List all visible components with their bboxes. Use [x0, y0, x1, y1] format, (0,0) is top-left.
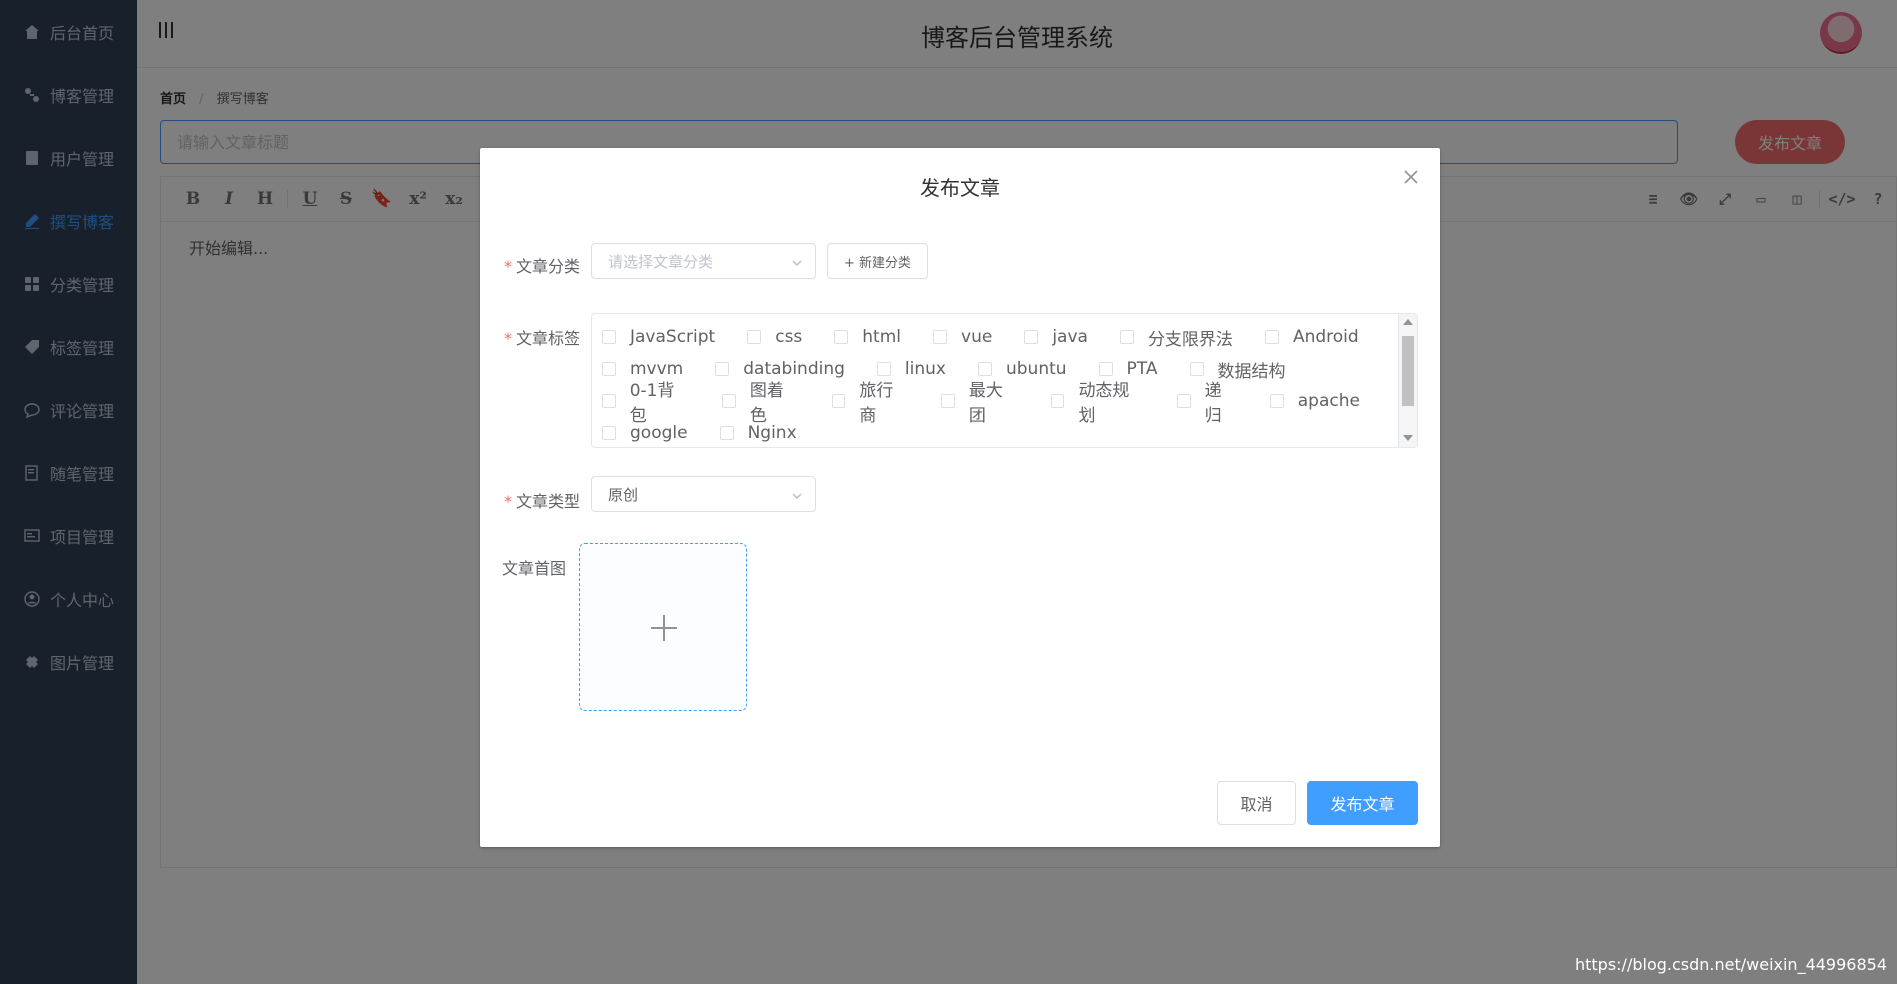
tag-label: Android [1292, 327, 1359, 347]
checkbox-icon[interactable] [1024, 330, 1039, 344]
tag-checkbox[interactable]: JavaScript [602, 327, 715, 347]
tag-checkbox[interactable]: Android [1264, 327, 1359, 347]
type-select[interactable]: 原创 [591, 476, 816, 512]
category-select[interactable]: 请选择文章分类 [591, 243, 816, 279]
tag-checkbox[interactable]: 递归 [1176, 376, 1238, 426]
checkbox-icon[interactable] [876, 362, 891, 376]
checkbox-icon[interactable] [722, 394, 736, 408]
checkbox-icon[interactable] [834, 330, 849, 344]
watermark: https://blog.csdn.net/weixin_44996854 [1574, 955, 1887, 974]
tag-checkbox[interactable]: 0-1背包 [602, 376, 690, 426]
checkbox-icon[interactable] [977, 362, 992, 376]
close-icon[interactable] [1402, 168, 1420, 186]
checkbox-icon[interactable] [1189, 362, 1204, 376]
checkbox-icon[interactable] [1050, 394, 1065, 408]
tag-label: vue [961, 327, 993, 347]
checkbox-icon[interactable] [1098, 362, 1113, 376]
tag-checkbox[interactable]: 最大团 [941, 376, 1019, 426]
tag-checkbox[interactable]: 分支限界法 [1119, 325, 1233, 350]
tag-label: linux [904, 359, 946, 379]
tag-row: JavaScript css html vue java 分支限界法 Android [602, 321, 1392, 353]
tag-label: 分支限界法 [1147, 329, 1233, 350]
tag-checkbox[interactable]: html [834, 327, 901, 347]
tag-checkbox[interactable]: apache [1269, 391, 1360, 411]
scroll-thumb[interactable] [1402, 336, 1414, 406]
scroll-down-icon[interactable] [1403, 435, 1413, 441]
checkbox-icon[interactable] [602, 426, 616, 440]
checkbox-icon[interactable] [715, 362, 730, 376]
chevron-down-icon [791, 488, 803, 500]
tag-label: 旅行商 [859, 381, 894, 426]
checkbox-icon[interactable] [933, 330, 948, 344]
category-label: * 文章分类 [503, 257, 580, 276]
cover-label: 文章首图 [501, 559, 566, 578]
tag-label: JavaScript [630, 327, 716, 347]
tag-checkbox[interactable]: java [1024, 327, 1088, 347]
checkbox-icon[interactable] [719, 426, 734, 440]
tag-label: 递归 [1204, 381, 1222, 426]
tags-checkbox-group: JavaScript css html vue java 分支限界法 Android mvvm… [591, 313, 1418, 448]
checkbox-icon[interactable] [1269, 394, 1284, 408]
cover-image-uploader[interactable] [579, 543, 747, 711]
tag-label: html [862, 327, 902, 347]
checkbox-icon[interactable] [941, 394, 955, 408]
publish-dialog: 发布文章 * 文章分类 请选择文章分类 + 新建分类 * 文章标签 JavaScri… [480, 148, 1440, 847]
tags-scrollbar[interactable] [1398, 314, 1417, 447]
checkbox-icon[interactable] [1176, 394, 1191, 408]
tag-label: 图着色 [749, 381, 784, 426]
tag-checkbox[interactable]: css [747, 327, 802, 347]
tag-checkbox[interactable]: 旅行商 [831, 376, 910, 426]
tag-checkbox[interactable]: 图着色 [722, 376, 800, 426]
tag-label: css [775, 327, 803, 347]
scroll-up-icon[interactable] [1403, 319, 1413, 325]
tag-label: 动态规划 [1078, 381, 1130, 426]
confirm-publish-button[interactable]: 发布文章 [1307, 781, 1418, 825]
checkbox-icon[interactable] [831, 394, 846, 408]
tag-label: apache [1297, 391, 1360, 411]
checkbox-icon[interactable] [602, 362, 616, 376]
checkbox-icon[interactable] [602, 330, 616, 344]
tag-label: 最大团 [968, 381, 1003, 426]
checkbox-icon[interactable] [602, 394, 616, 408]
tag-label: 0-1背包 [629, 381, 675, 426]
tag-checkbox[interactable]: vue [933, 327, 992, 347]
tag-label: java [1052, 327, 1088, 347]
checkbox-icon[interactable] [1264, 330, 1279, 344]
type-select-value: 原创 [608, 485, 639, 504]
tag-checkbox[interactable]: google [602, 423, 688, 443]
chevron-down-icon [791, 255, 803, 267]
plus-icon [651, 615, 677, 641]
tag-row: 0-1背包 图着色 旅行商 最大团 动态规划 递归 apache [602, 381, 1392, 426]
tag-label: google [630, 423, 688, 443]
new-category-button[interactable]: + 新建分类 [827, 243, 928, 279]
tag-checkbox[interactable]: Nginx [719, 423, 797, 443]
category-select-placeholder: 请选择文章分类 [608, 252, 714, 271]
cancel-button[interactable]: 取消 [1217, 781, 1296, 825]
dialog-title: 发布文章 [920, 176, 1000, 200]
tags-label: * 文章标签 [503, 329, 580, 348]
tag-label: Nginx [747, 423, 797, 443]
checkbox-icon[interactable] [747, 330, 762, 344]
tags-list: JavaScript css html vue java 分支限界法 Android mvvm… [602, 321, 1392, 447]
type-label: * 文章类型 [503, 492, 580, 511]
tag-checkbox[interactable]: 动态规划 [1050, 376, 1145, 426]
checkbox-icon[interactable] [1119, 330, 1134, 344]
